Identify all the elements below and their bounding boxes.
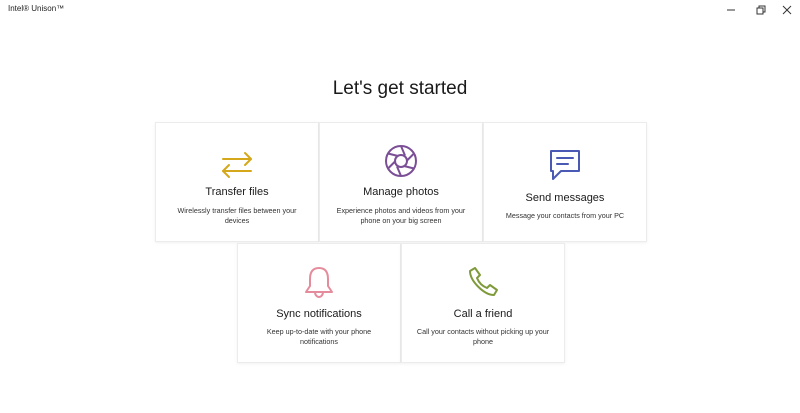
minimize-icon	[727, 9, 735, 11]
transfer-icon	[222, 152, 252, 178]
phone-icon	[469, 267, 498, 296]
close-button[interactable]	[772, 0, 800, 20]
page-heading: Let's get started	[332, 78, 468, 99]
transfer-icon-wrap	[156, 147, 318, 183]
manage-photos-card[interactable]: Manage photos Experience photos and vide…	[319, 122, 483, 242]
card-title: Send messages	[525, 192, 605, 204]
card-title: Call a friend	[453, 308, 513, 320]
aperture-icon	[385, 145, 417, 177]
send-messages-card[interactable]: Send messages Message your contacts from…	[483, 122, 647, 242]
bell-icon	[305, 267, 333, 298]
card-description: Experience photos and videos from your p…	[336, 206, 466, 225]
app-title: Intel® Unison™	[8, 4, 65, 13]
minimize-button[interactable]	[716, 0, 746, 20]
card-description: Keep up-to-date with your phone notifica…	[266, 327, 372, 346]
card-title: Sync notifications	[276, 308, 362, 320]
card-description: Message your contacts from your PC	[505, 211, 625, 220]
card-title: Transfer files	[205, 186, 269, 198]
call-a-friend-card[interactable]: Call a friend Call your contacts without…	[401, 243, 565, 363]
bell-icon-wrap	[238, 264, 400, 300]
title-bar: Intel® Unison™	[0, 0, 800, 22]
aperture-icon-wrap	[320, 143, 482, 179]
message-icon	[550, 150, 580, 180]
message-icon-wrap	[484, 147, 646, 183]
restore-icon	[756, 5, 766, 15]
phone-icon-wrap	[402, 264, 564, 300]
card-description: Call your contacts without picking up yo…	[416, 327, 550, 346]
sync-notifications-card[interactable]: Sync notifications Keep up-to-date with …	[237, 243, 401, 363]
card-title: Manage photos	[363, 186, 439, 198]
card-description: Wirelessly transfer files between your d…	[177, 206, 297, 225]
transfer-files-card[interactable]: Transfer files Wirelessly transfer files…	[155, 122, 319, 242]
close-icon	[782, 5, 792, 15]
